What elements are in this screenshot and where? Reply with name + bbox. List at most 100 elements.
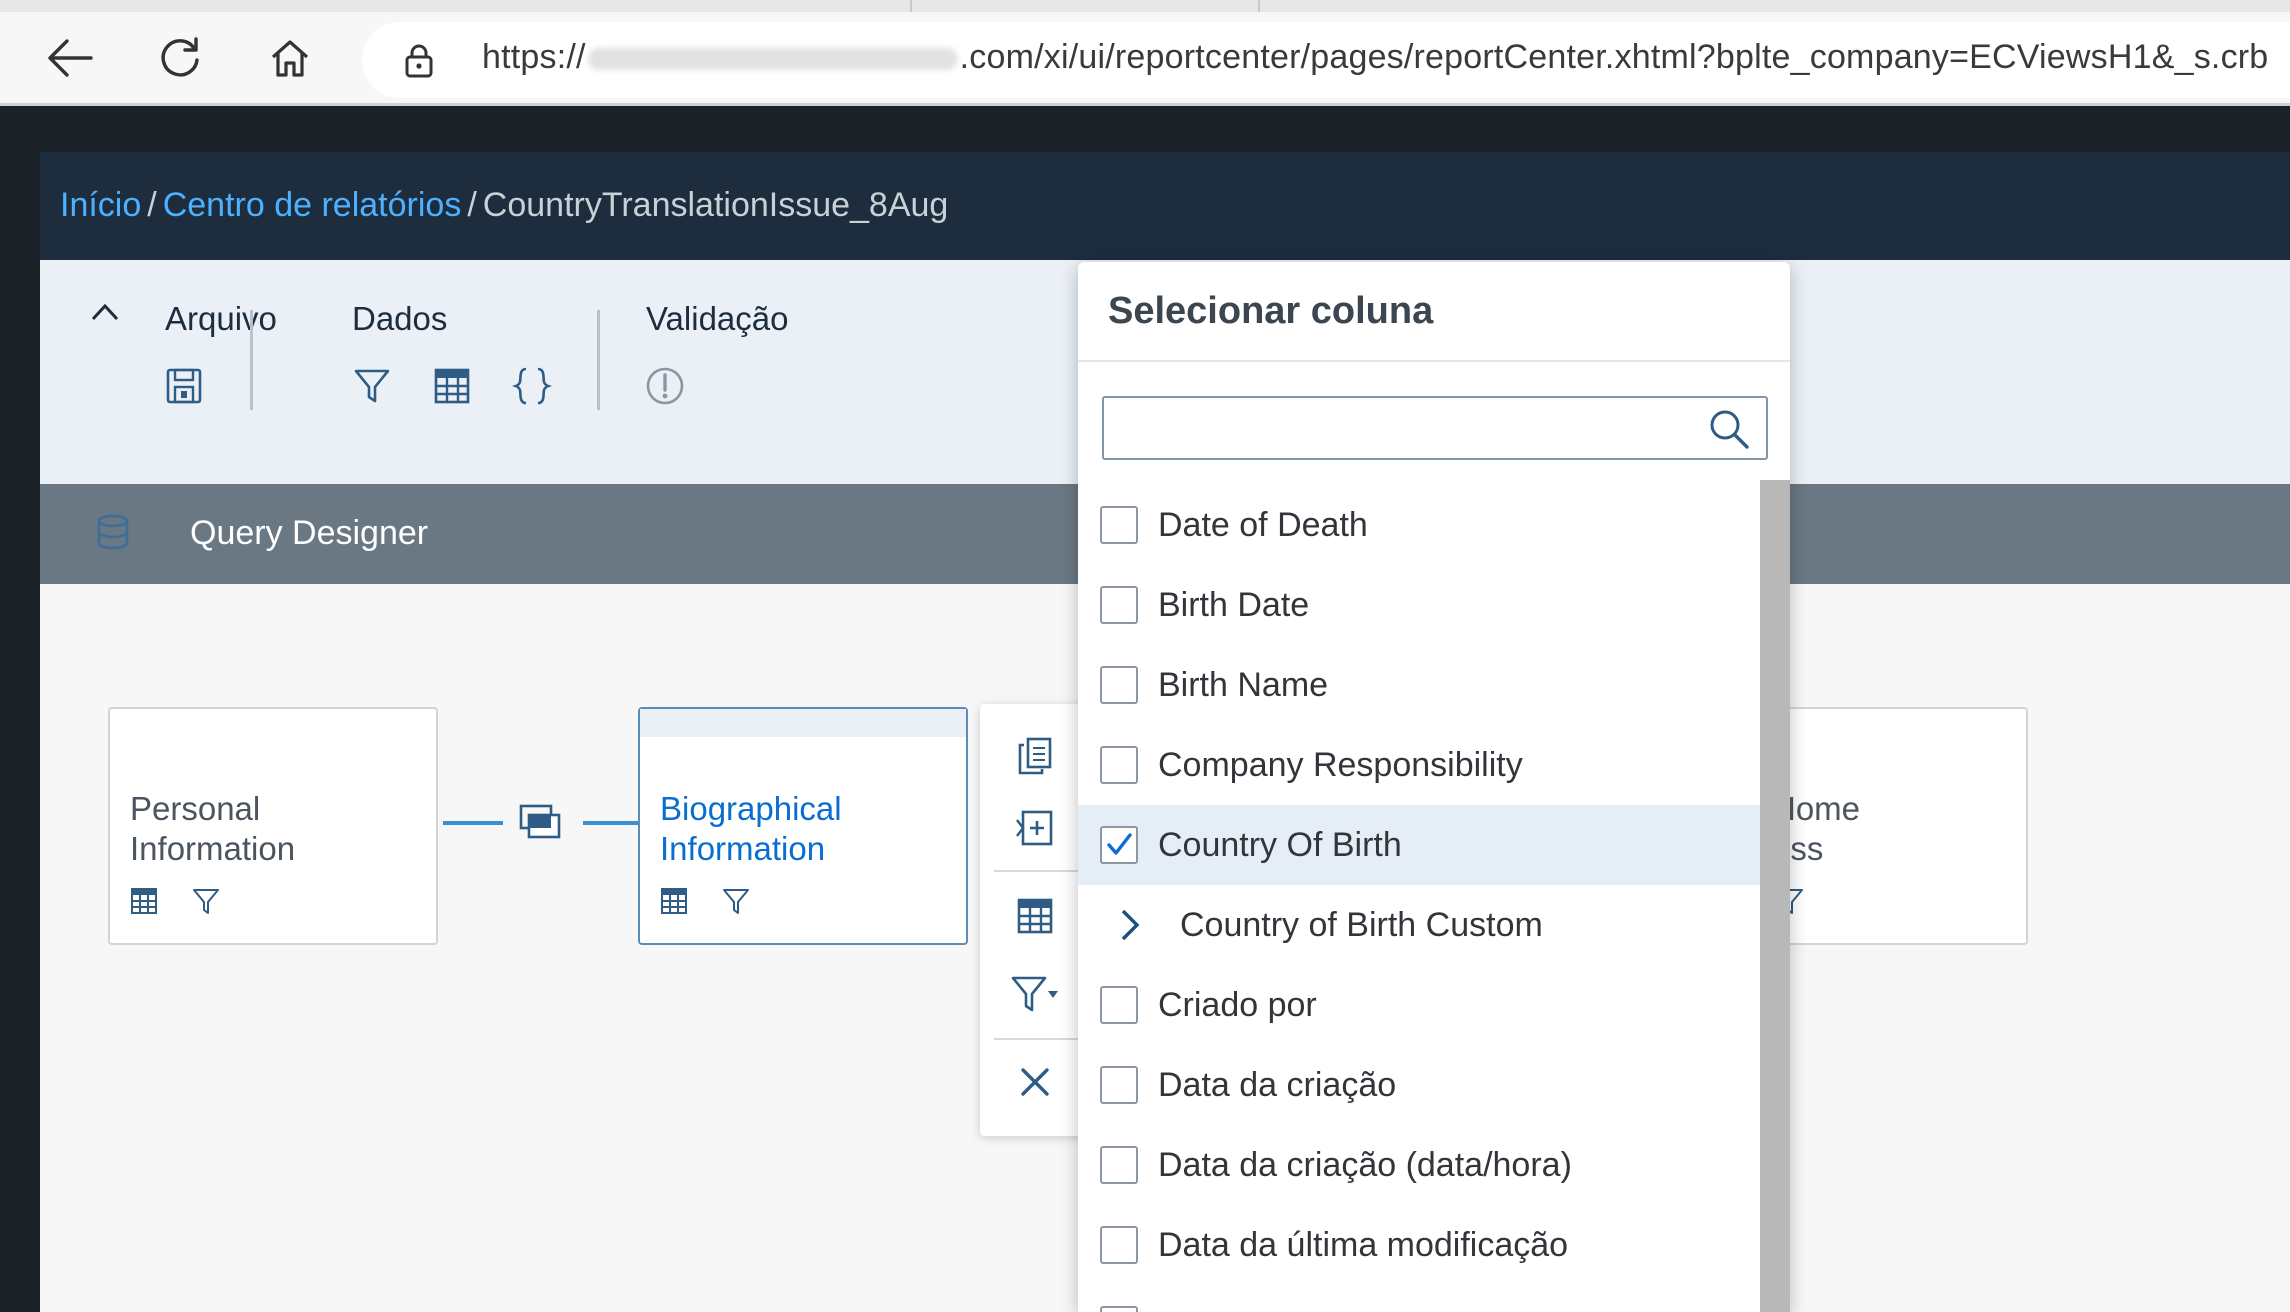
join-line: [583, 821, 639, 825]
column-item-birth-date[interactable]: Birth Date: [1078, 565, 1760, 645]
checkbox-checked[interactable]: [1100, 826, 1138, 864]
checkbox[interactable]: [1100, 586, 1138, 624]
column-item-birth-name[interactable]: Birth Name: [1078, 645, 1760, 725]
breadcrumb-report-center-link[interactable]: Centro de relatórios: [163, 186, 462, 224]
query-designer-title: Query Designer: [190, 514, 429, 552]
menu-divider: [994, 870, 1084, 872]
node-title-line: Information: [130, 830, 296, 867]
columns-menu-item[interactable]: [980, 884, 1090, 948]
checkmark-icon: [1107, 833, 1132, 855]
chevron-right-icon[interactable]: [1118, 907, 1142, 943]
column-label: Birth Date: [1158, 586, 1310, 624]
join-line: [443, 821, 503, 825]
column-label: Company Responsibility: [1158, 746, 1523, 784]
add-join-icon: [1016, 810, 1053, 846]
duplicate-menu-item[interactable]: [980, 724, 1090, 788]
column-search-field[interactable]: [1102, 396, 1768, 460]
browser-tab-strip: [0, 0, 2290, 12]
filter-menu-item[interactable]: [980, 962, 1090, 1026]
home-icon: [271, 40, 309, 77]
filter-icon[interactable]: [192, 887, 220, 915]
popover-header: Selecionar coluna: [1078, 262, 1790, 362]
browser-toolbar: https:// .com/xi/ui/reportcenter/pages/re…: [0, 12, 2290, 106]
column-item-data-da-criacao-data-hora[interactable]: Data da criação (data/hora): [1078, 1125, 1760, 1205]
remove-menu-item[interactable]: [980, 1050, 1090, 1114]
curly-braces-icon: [512, 367, 552, 405]
table-icon[interactable]: [130, 887, 158, 915]
filter-button[interactable]: [350, 364, 394, 408]
node-selection-stripe: [640, 709, 966, 737]
redacted-domain: [587, 48, 958, 71]
checkbox[interactable]: [1100, 1066, 1138, 1104]
close-icon: [1021, 1068, 1049, 1096]
checkbox[interactable]: [1100, 506, 1138, 544]
tab-divider: [910, 0, 912, 12]
column-list: Date of Death Birth Date Birth Name Comp…: [1078, 480, 1760, 1312]
checkbox[interactable]: [1100, 746, 1138, 784]
copy-icon: [1018, 737, 1052, 775]
url-text: https:// .com/xi/ui/reportcenter/pages/re…: [482, 38, 2268, 77]
back-button[interactable]: [40, 28, 100, 88]
alert-circle-icon: [646, 367, 684, 405]
search-icon[interactable]: [1708, 408, 1750, 450]
collapse-toolbar-button[interactable]: [90, 302, 120, 327]
column-item-partial[interactable]: [1078, 1285, 1760, 1312]
breadcrumb: Início / Centro de relatórios / CountryTrans…: [60, 186, 948, 225]
tab-divider: [1258, 0, 1260, 12]
validate-button[interactable]: [643, 364, 687, 408]
column-label: Criado por: [1158, 986, 1317, 1024]
join-icon: [519, 804, 561, 839]
chevron-up-icon: [91, 303, 119, 321]
code-button[interactable]: [510, 364, 554, 408]
node-title-line: Information: [660, 830, 826, 867]
column-item-data-da-criacao[interactable]: Data da criação: [1078, 1045, 1760, 1125]
filter-dropdown-icon: [1011, 976, 1058, 1012]
filter-icon[interactable]: [722, 887, 750, 915]
checkbox[interactable]: [1100, 1226, 1138, 1264]
file-group-title: Arquivo: [165, 300, 277, 337]
column-item-date-of-death[interactable]: Date of Death: [1078, 485, 1760, 565]
address-bar[interactable]: https:// .com/xi/ui/reportcenter/pages/re…: [362, 22, 2290, 98]
toolbar-divider: [250, 310, 253, 410]
node-title: Personal Information: [130, 789, 295, 869]
popover-title: Selecionar coluna: [1108, 290, 1434, 332]
column-list-scrollbar[interactable]: [1760, 480, 1790, 1312]
home-button[interactable]: [260, 28, 320, 88]
column-item-country-of-birth[interactable]: Country Of Birth: [1078, 805, 1760, 885]
column-label: Data da criação: [1158, 1066, 1397, 1104]
checkbox[interactable]: [1100, 666, 1138, 704]
column-search-input[interactable]: [1112, 404, 1692, 452]
reload-button[interactable]: [150, 28, 210, 88]
add-entity-menu-item[interactable]: [980, 796, 1090, 860]
table-icon: [434, 368, 470, 404]
column-item-criado-por[interactable]: Criado por: [1078, 965, 1760, 1045]
table-icon[interactable]: [660, 887, 688, 915]
node-context-menu: [980, 704, 1090, 1136]
column-label: Country Of Birth: [1158, 826, 1402, 864]
breadcrumb-current: CountryTranslationIssue_8Aug: [482, 186, 949, 224]
checkbox[interactable]: [1100, 1306, 1138, 1312]
column-item-company-responsibility[interactable]: Company Responsibility: [1078, 725, 1760, 805]
node-title: Biographical Information: [660, 789, 842, 869]
arrow-left-icon: [48, 39, 93, 77]
column-label: Country of Birth Custom: [1180, 906, 1543, 944]
column-item-data-da-ultima-modificacao[interactable]: Data da última modificação: [1078, 1205, 1760, 1285]
node-actions: [130, 887, 220, 915]
breadcrumb-separator: /: [147, 186, 157, 224]
checkbox[interactable]: [1100, 1146, 1138, 1184]
checkbox[interactable]: [1100, 986, 1138, 1024]
node-personal-information[interactable]: Personal Information: [108, 707, 438, 945]
join-button[interactable]: [518, 803, 562, 846]
filter-icon: [354, 369, 390, 403]
breadcrumb-home-link[interactable]: Início: [60, 186, 141, 224]
table-columns-button[interactable]: [430, 364, 474, 408]
data-group-title: Dados: [352, 300, 448, 337]
column-label: Birth Name: [1158, 666, 1329, 704]
save-button[interactable]: [162, 364, 206, 408]
database-icon: [97, 514, 129, 550]
column-item-country-of-birth-custom[interactable]: Country of Birth Custom: [1078, 885, 1760, 965]
node-home-address[interactable]: Home ess: [1760, 707, 2028, 945]
node-biographical-information[interactable]: Biographical Information: [638, 707, 968, 945]
toolbar-divider: [597, 310, 600, 410]
validation-group-title: Validação: [646, 300, 789, 337]
